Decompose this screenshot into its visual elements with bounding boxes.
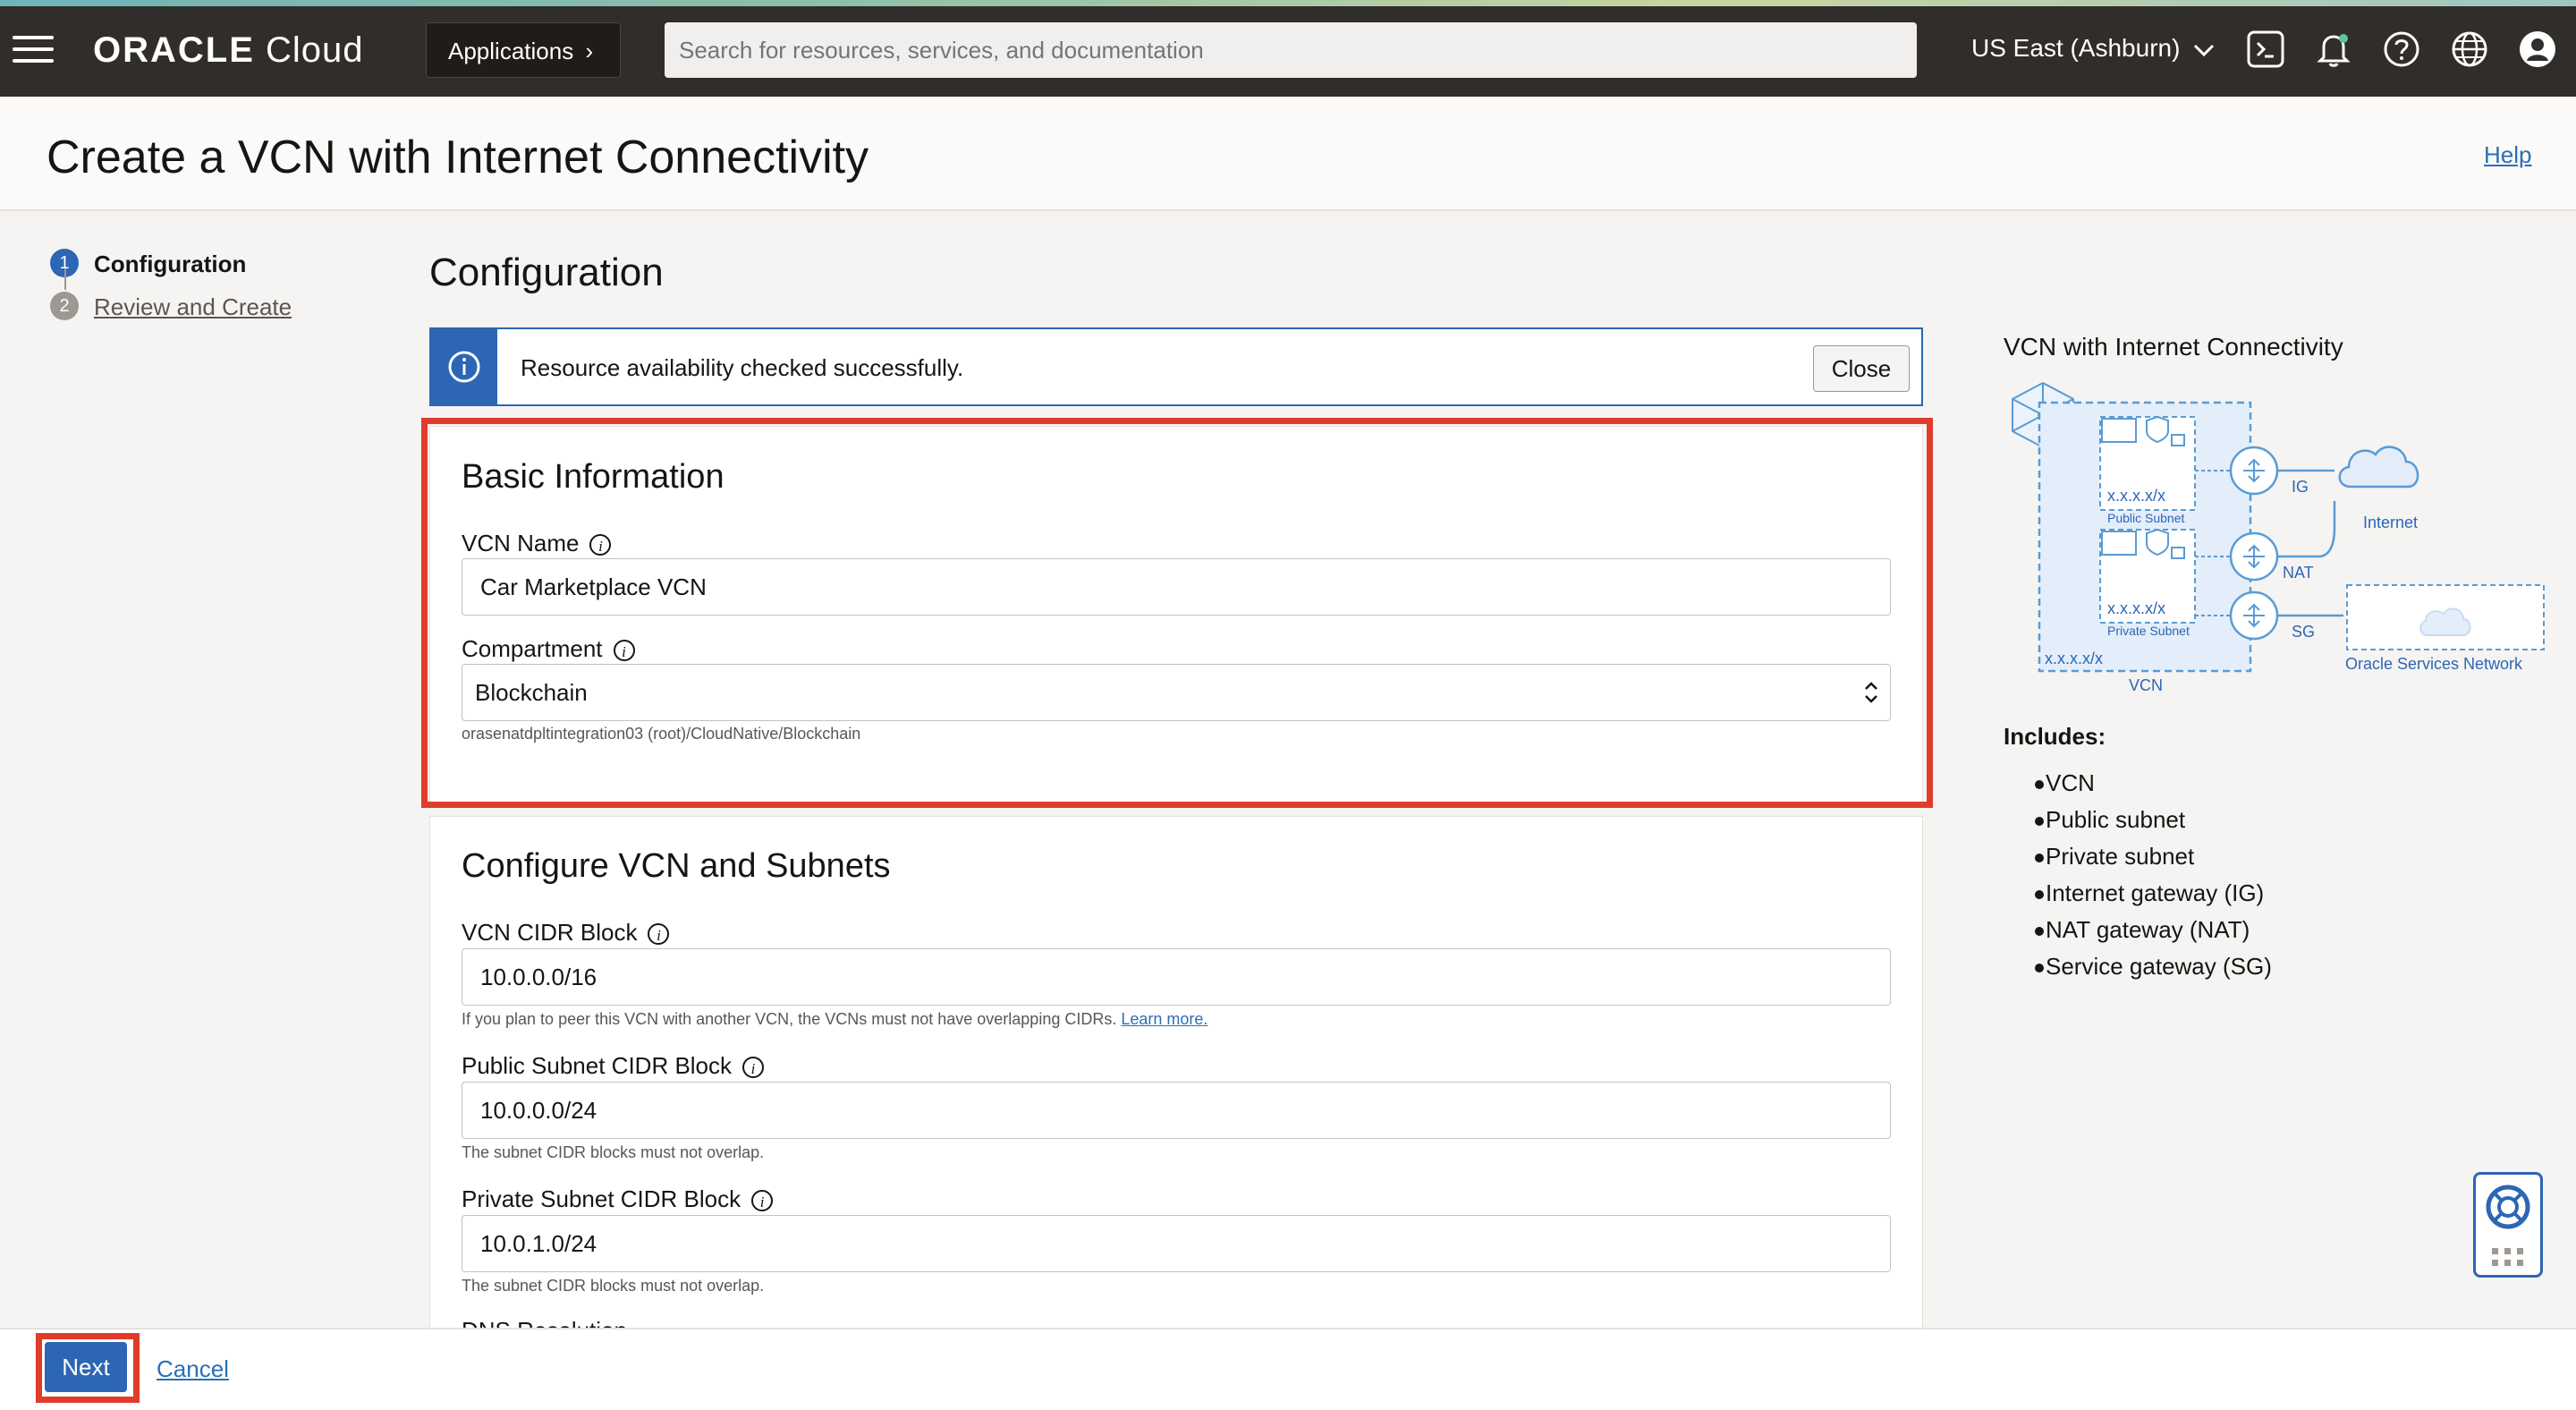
ig-label: IG <box>2292 478 2309 496</box>
lifebuoy-icon <box>2486 1185 2530 1229</box>
nat-label: NAT <box>2283 564 2314 582</box>
public-subnet-cidr-label: Public Subnet CIDR Block i <box>462 1052 765 1080</box>
dns-resolution-label: DNS Resolution <box>462 1317 627 1328</box>
compartment-path: orasenatdpltintegration03 (root)/CloudNa… <box>462 725 861 743</box>
includes-item: Internet gateway (IG) <box>2034 879 2265 906</box>
vcn-cidr-hint-text: If you plan to peer this VCN with anothe… <box>462 1010 1117 1028</box>
nat-gateway-icon <box>2229 531 2279 582</box>
applications-button[interactable]: Applications › <box>426 22 621 78</box>
vcn-caption: VCN <box>2129 676 2163 694</box>
info-icon <box>448 351 480 383</box>
includes-item: Service gateway (SG) <box>2035 953 2272 980</box>
step-review-and-create[interactable]: Review and Create <box>94 293 292 321</box>
help-link[interactable]: Help <box>2484 141 2531 169</box>
internet-cloud-icon <box>2338 446 2419 488</box>
includes-item: Private subnet <box>2034 843 2195 870</box>
compartment-selected-value: Blockchain <box>475 679 588 706</box>
private-subnet-cidr-input[interactable] <box>462 1215 1891 1272</box>
info-banner: Resource availability checked successful… <box>429 327 1923 406</box>
region-selector[interactable]: US East (Ashburn) <box>1971 34 2216 63</box>
section-title: Configuration <box>429 251 664 294</box>
drag-grip-icon[interactable] <box>2490 1246 2526 1268</box>
vcn-name-label: VCN Name i <box>462 530 612 557</box>
step-2-number: 2 <box>50 292 79 320</box>
private-subnet-caption: Private Subnet <box>2107 624 2190 638</box>
vcn-name-input[interactable] <box>462 558 1891 616</box>
vcn-cidr-input[interactable] <box>462 948 1891 1006</box>
dns-label-text: DNS Resolution <box>462 1317 627 1328</box>
info-tooltip-icon[interactable]: i <box>613 640 635 662</box>
vcn-cidr-hint: If you plan to peer this VCN with anothe… <box>462 1010 1208 1029</box>
logo-oracle: ORACLE <box>93 30 255 70</box>
info-banner-message: Resource availability checked successful… <box>521 354 964 381</box>
compartment-label-text: Compartment <box>462 635 603 662</box>
vcn-cidr-label: VCN CIDR Block i <box>462 919 670 947</box>
info-banner-bar <box>431 329 497 404</box>
step-connector <box>64 268 66 290</box>
support-help-widget[interactable] <box>2473 1172 2543 1278</box>
footer-bar <box>0 1328 2576 1410</box>
chevron-right-icon: › <box>585 38 594 64</box>
vcn-cidr-label-text: VCN CIDR Block <box>462 919 638 946</box>
internet-label: Internet <box>2363 514 2418 531</box>
step-configuration[interactable]: Configuration <box>94 251 246 278</box>
compartment-label: Compartment i <box>462 635 635 663</box>
diagram-title: VCN with Internet Connectivity <box>2004 333 2343 361</box>
close-banner-button[interactable]: Close <box>1813 345 1910 392</box>
public-subnet-cidr-text: x.x.x.x/x <box>2107 487 2165 505</box>
notifications-bell-icon[interactable] <box>2313 29 2354 70</box>
language-globe-icon[interactable] <box>2449 29 2490 70</box>
help-icon[interactable] <box>2381 29 2422 70</box>
compartment-select[interactable]: Blockchain <box>462 664 1891 721</box>
oracle-cloud-logo[interactable]: ORACLE Cloud <box>93 30 364 71</box>
logo-cloud: Cloud <box>266 30 364 70</box>
public-cidr-label-text: Public Subnet CIDR Block <box>462 1052 733 1079</box>
includes-title: Includes: <box>2004 723 2106 750</box>
includes-item: NAT gateway (NAT) <box>2034 916 2250 943</box>
info-tooltip-icon[interactable]: i <box>648 923 670 946</box>
cloud-shell-icon[interactable] <box>2245 29 2286 70</box>
region-label: US East (Ashburn) <box>1971 34 2181 62</box>
public-subnet-cidr-hint: The subnet CIDR blocks must not overlap. <box>462 1143 765 1161</box>
vcn-cidr-text: x.x.x.x/x <box>2045 650 2103 667</box>
highlight-box-next-button <box>36 1333 140 1403</box>
public-subnet-caption: Public Subnet <box>2107 511 2185 525</box>
page-title: Create a VCN with Internet Connectivity <box>47 132 869 183</box>
private-subnet-cidr-text: x.x.x.x/x <box>2107 599 2165 617</box>
learn-more-link[interactable]: Learn more. <box>1121 1010 1208 1028</box>
applications-label: Applications <box>448 38 574 64</box>
private-subnet-cidr-hint: The subnet CIDR blocks must not overlap. <box>462 1277 765 1295</box>
cancel-link[interactable]: Cancel <box>157 1355 229 1383</box>
search-input[interactable] <box>665 22 1917 78</box>
configure-vcn-title: Configure VCN and Subnets <box>462 847 891 885</box>
service-gateway-icon <box>2229 590 2279 641</box>
includes-item: Public subnet <box>2034 806 2186 833</box>
user-profile-icon[interactable] <box>2517 29 2558 70</box>
vcn-architecture-diagram: x.x.x.x/x Public Subnet x.x.x.x/x Privat… <box>2012 381 2545 694</box>
select-arrows-icon <box>1865 682 1877 703</box>
private-cidr-label-text: Private Subnet CIDR Block <box>462 1185 741 1212</box>
sg-label: SG <box>2292 623 2315 641</box>
hamburger-menu-icon[interactable] <box>13 36 54 63</box>
brand-stripe <box>0 0 2576 6</box>
info-tooltip-icon[interactable]: i <box>751 1190 774 1212</box>
info-tooltip-icon[interactable]: i <box>589 534 612 556</box>
internet-gateway-icon <box>2229 446 2279 496</box>
chevron-down-icon <box>2194 44 2215 56</box>
vcn-name-label-text: VCN Name <box>462 530 580 556</box>
basic-information-title: Basic Information <box>462 458 724 496</box>
oracle-services-network-label: Oracle Services Network <box>2345 655 2523 673</box>
private-subnet-cidr-label: Private Subnet CIDR Block i <box>462 1185 774 1213</box>
public-subnet-cidr-input[interactable] <box>462 1082 1891 1139</box>
info-tooltip-icon[interactable]: i <box>742 1057 765 1079</box>
includes-item: VCN <box>2035 769 2095 796</box>
